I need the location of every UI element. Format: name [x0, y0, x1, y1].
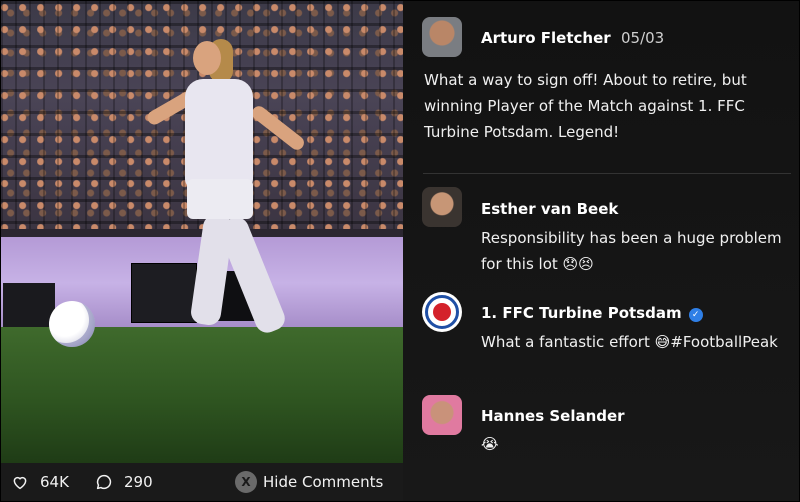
- post-author[interactable]: Arturo Fletcher: [481, 29, 611, 47]
- avatar[interactable]: [422, 187, 462, 227]
- like-button[interactable]: 64K: [11, 463, 69, 501]
- post-viewer: 64K 290 X Hide Comments Arturo Fletcher …: [0, 0, 800, 502]
- comment-bubble-icon: [96, 474, 112, 490]
- reply-text: What a fantastic effort 😅#FootballPeak: [481, 333, 778, 351]
- reply-author[interactable]: Esther van Beek: [481, 200, 618, 218]
- post-text: What a way to sign off! About to retire,…: [424, 71, 747, 141]
- divider: [423, 173, 791, 174]
- club-crest-avatar[interactable]: [422, 292, 462, 332]
- comments-button[interactable]: 290: [95, 463, 153, 501]
- action-bar: 64K 290 X Hide Comments: [1, 463, 403, 501]
- comments-panel: Arturo Fletcher 05/03 What a way to sign…: [403, 1, 799, 501]
- reply-text: Responsibility has been a huge problem f…: [481, 229, 782, 273]
- reply-text: 😭: [481, 435, 499, 453]
- post-image: [1, 1, 403, 463]
- post-date: 05/03: [621, 29, 665, 47]
- heart-icon: [13, 476, 27, 490]
- reply-author[interactable]: 1. FFC Turbine Potsdam: [481, 304, 682, 322]
- likes-count: 64K: [40, 473, 69, 491]
- avatar[interactable]: [422, 17, 462, 57]
- football: [49, 301, 95, 347]
- comments-count: 290: [124, 473, 153, 491]
- hide-comments-button[interactable]: X Hide Comments: [235, 463, 383, 501]
- hide-comments-label: Hide Comments: [263, 473, 384, 491]
- reply-author[interactable]: Hannes Selander: [481, 407, 625, 425]
- verified-check-icon: ✓: [688, 308, 703, 322]
- reply-author-row: 1. FFC Turbine Potsdam ✓: [481, 304, 703, 322]
- x-button-icon: X: [235, 471, 257, 493]
- player-figure: [144, 39, 331, 359]
- avatar[interactable]: [422, 395, 462, 435]
